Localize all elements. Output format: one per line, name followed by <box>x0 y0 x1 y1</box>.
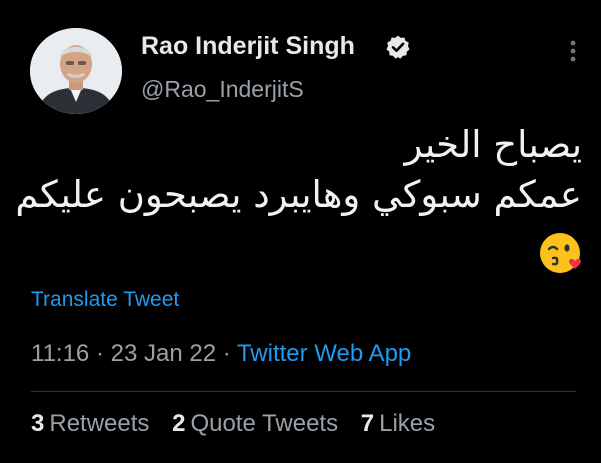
tweet-text-line: يصباح الخير <box>404 123 582 166</box>
tweet-text: يصباح الخير عمكم سبوكي وهايبرد يصبحون عل… <box>15 120 582 220</box>
quote-tweets-stat[interactable]: 2 Quote Tweets <box>172 410 338 437</box>
tweet-card: Rao Inderjit Singh @Rao_InderjitS يصباح … <box>0 0 601 463</box>
retweets-label: Retweets <box>49 410 150 437</box>
verified-badge-icon <box>386 35 410 59</box>
quote-tweets-label: Quote Tweets <box>190 410 339 437</box>
retweets-count: 3 <box>31 410 45 437</box>
tweet-stats: 3 Retweets 2 Quote Tweets 7 Likes <box>31 410 451 438</box>
translate-tweet-link[interactable]: Translate Tweet <box>31 288 179 312</box>
tweet-timestamp-line: 11:16 · 23 Jan 22 · Twitter Web App <box>31 340 411 368</box>
tweet-date[interactable]: 23 Jan 22 <box>111 340 216 367</box>
likes-count: 7 <box>360 410 375 437</box>
likes-label: Likes <box>379 410 436 437</box>
face-throwing-kiss-icon <box>540 233 581 273</box>
retweets-stat[interactable]: 3 Retweets <box>31 410 149 437</box>
avatar-photo <box>30 28 122 114</box>
divider <box>31 391 576 392</box>
more-options-icon[interactable] <box>563 38 583 66</box>
tweet-text-line: عمكم سبوكي وهايبرد يصبحون عليكم <box>15 173 582 216</box>
separator: · <box>222 340 231 367</box>
tweet-source-link[interactable]: Twitter Web App <box>237 340 411 367</box>
tweet-time[interactable]: 11:16 <box>31 340 89 367</box>
separator: · <box>95 340 104 367</box>
avatar[interactable] <box>30 28 122 114</box>
author-display-name[interactable]: Rao Inderjit Singh <box>141 32 355 61</box>
author-handle[interactable]: @Rao_InderjitS <box>141 76 304 103</box>
likes-stat[interactable]: 7 Likes <box>361 410 435 437</box>
quote-tweets-count: 2 <box>172 410 186 437</box>
